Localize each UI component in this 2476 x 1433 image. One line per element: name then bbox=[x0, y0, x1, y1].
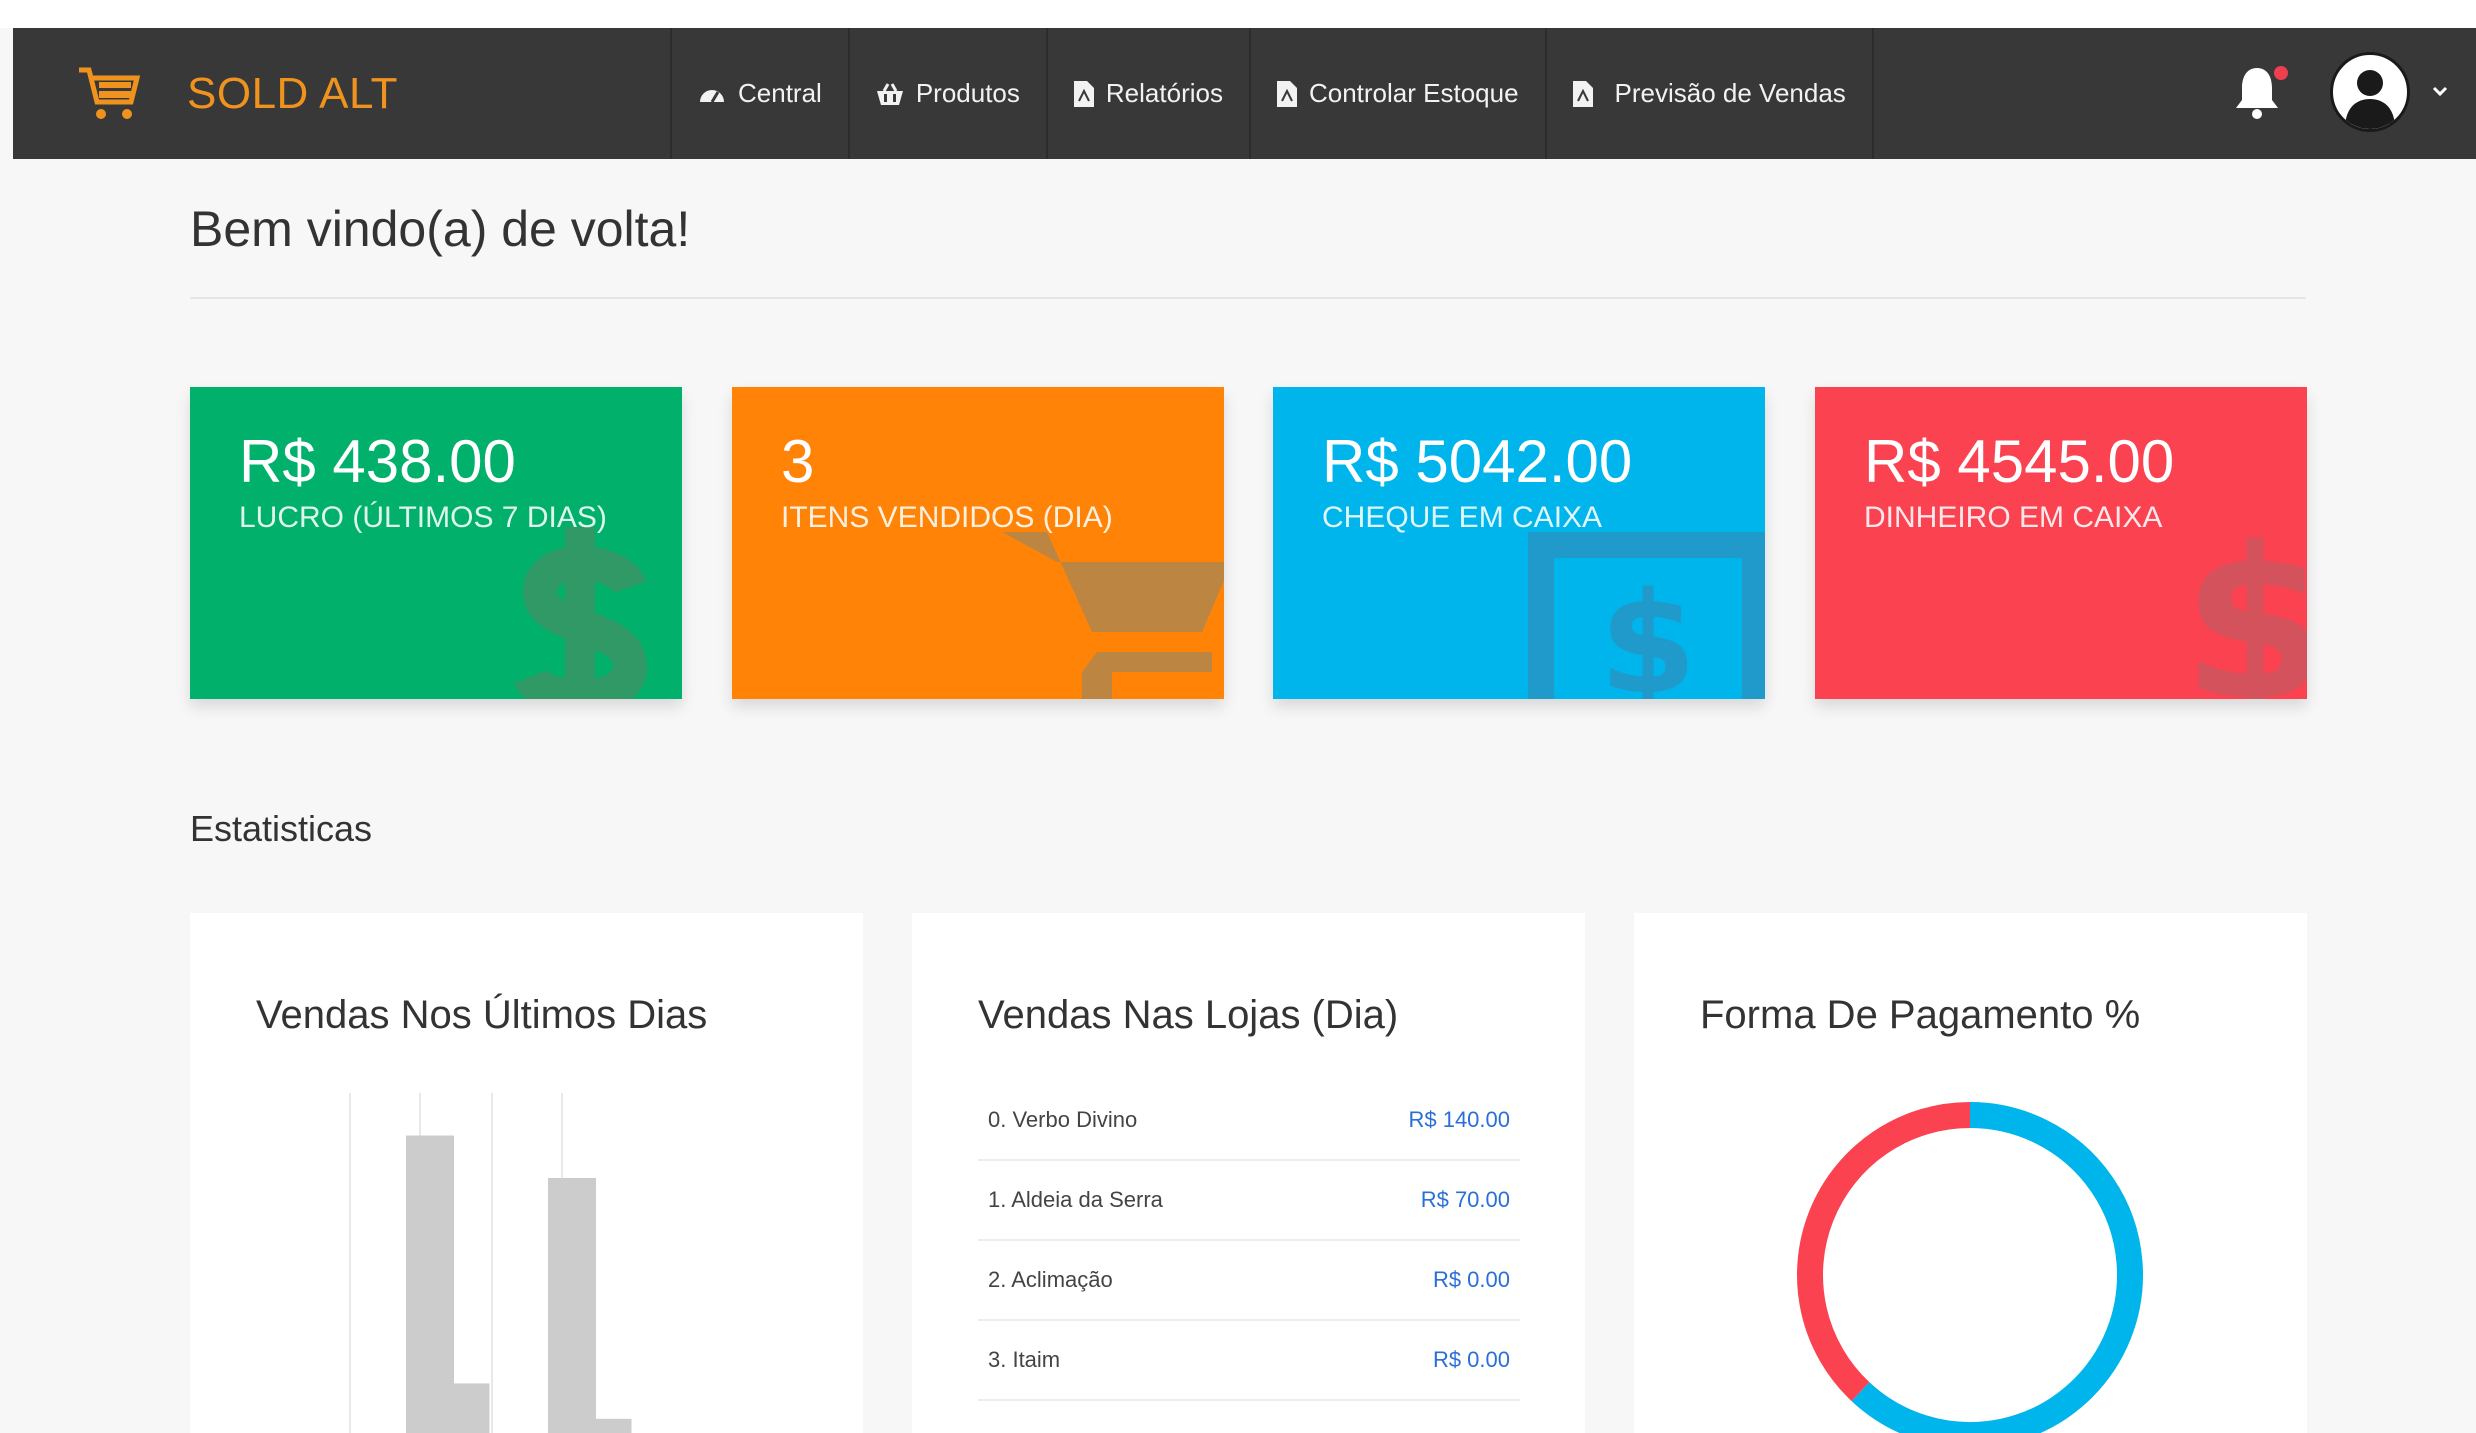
store-name: 1. Aldeia da Serra bbox=[988, 1187, 1163, 1213]
store-list: 0. Verbo Divino R$ 140.00 1. Aldeia da S… bbox=[978, 1081, 1520, 1401]
file-pdf-icon bbox=[1277, 81, 1297, 107]
stat-label: ITENS VENDIDOS (DIA) bbox=[781, 501, 1113, 535]
list-item: 0. Verbo Divino R$ 140.00 bbox=[978, 1081, 1520, 1161]
nav-label: Central bbox=[738, 78, 822, 109]
list-item: 3. Itaim R$ 0.00 bbox=[978, 1321, 1520, 1401]
brand[interactable]: SOLD ALT bbox=[75, 62, 398, 126]
main-menu: Central Produtos Relatórios Controlar bbox=[670, 28, 1874, 159]
stat-card-itens-vendidos: 3 ITENS VENDIDOS (DIA) bbox=[732, 387, 1224, 699]
nav-label: Controlar Estoque bbox=[1309, 78, 1519, 109]
store-name: 2. Aclimação bbox=[988, 1267, 1113, 1293]
list-item: 1. Aldeia da Serra R$ 70.00 bbox=[978, 1161, 1520, 1241]
top-navbar: SOLD ALT Central Produtos Relatórios bbox=[13, 28, 2476, 159]
svg-text:$: $ bbox=[1599, 563, 1696, 699]
nav-label: Previsão de Vendas bbox=[1615, 78, 1846, 109]
nav-item-central[interactable]: Central bbox=[670, 28, 848, 159]
panel-vendas-ultimos-dias: Vendas Nos Últimos Dias bbox=[190, 913, 863, 1433]
store-name: 3. Itaim bbox=[988, 1347, 1060, 1373]
stat-card-lucro: R$ 438.00 LUCRO (ÚLTIMOS 7 DIAS) bbox=[190, 387, 682, 699]
file-pdf-icon bbox=[1573, 81, 1593, 107]
bar bbox=[442, 1383, 490, 1433]
nav-item-controlar-estoque[interactable]: Controlar Estoque bbox=[1249, 28, 1545, 159]
dashboard-icon bbox=[698, 82, 726, 106]
nav-item-produtos[interactable]: Produtos bbox=[848, 28, 1046, 159]
panel-vendas-nas-lojas: Vendas Nas Lojas (Dia) 0. Verbo Divino R… bbox=[912, 913, 1585, 1433]
stat-value: R$ 4545.00 bbox=[1864, 427, 2174, 496]
payment-donut-chart bbox=[1634, 913, 2307, 1433]
page-title: Bem vindo(a) de volta! bbox=[190, 200, 690, 258]
stat-value: R$ 5042.00 bbox=[1322, 427, 1632, 496]
section-title: Estatisticas bbox=[190, 808, 372, 850]
store-value: R$ 70.00 bbox=[1421, 1187, 1510, 1213]
sales-bar-chart bbox=[190, 913, 863, 1433]
stat-value: 3 bbox=[781, 427, 814, 496]
shopping-cart-icon bbox=[1002, 522, 1224, 699]
shopping-cart-logo-icon bbox=[75, 62, 145, 126]
nav-label: Produtos bbox=[916, 78, 1020, 109]
stat-card-cheque-em-caixa: R$ 5042.00 CHEQUE EM CAIXA $ bbox=[1273, 387, 1765, 699]
bar bbox=[548, 1178, 596, 1433]
donut-slice bbox=[1860, 1115, 2130, 1433]
brand-name: SOLD ALT bbox=[187, 69, 398, 119]
store-value: R$ 0.00 bbox=[1433, 1267, 1510, 1293]
nav-item-previsao-de-vendas[interactable]: Previsão de Vendas bbox=[1545, 28, 1874, 159]
store-name: 0. Verbo Divino bbox=[988, 1107, 1137, 1133]
svg-text:$: $ bbox=[2185, 507, 2307, 699]
file-pdf-icon bbox=[1074, 81, 1094, 107]
panel-title: Vendas Nas Lojas (Dia) bbox=[978, 993, 1398, 1038]
money-check-icon: $ bbox=[1528, 522, 1765, 699]
donut-slice bbox=[1810, 1115, 1970, 1392]
bar bbox=[584, 1419, 632, 1433]
stat-value: R$ 438.00 bbox=[239, 427, 516, 496]
chevron-down-icon[interactable] bbox=[2429, 80, 2451, 102]
store-value: R$ 140.00 bbox=[1408, 1107, 1510, 1133]
nav-item-relatorios[interactable]: Relatórios bbox=[1046, 28, 1249, 159]
stat-card-dinheiro-em-caixa: R$ 4545.00 DINHEIRO EM CAIXA $ bbox=[1815, 387, 2307, 699]
dollar-icon bbox=[480, 517, 670, 699]
divider bbox=[190, 297, 2306, 299]
top-margin bbox=[0, 0, 2476, 28]
list-item: 2. Aclimação R$ 0.00 bbox=[978, 1241, 1520, 1321]
dollar-icon: $ bbox=[2185, 507, 2307, 699]
panel-forma-de-pagamento: Forma De Pagamento % bbox=[1634, 913, 2307, 1433]
basket-icon bbox=[876, 82, 904, 106]
nav-label: Relatórios bbox=[1106, 78, 1223, 109]
user-silhouette-icon bbox=[2333, 55, 2407, 129]
stat-label: CHEQUE EM CAIXA bbox=[1322, 501, 1602, 535]
stat-label: LUCRO (ÚLTIMOS 7 DIAS) bbox=[239, 501, 607, 535]
notification-dot bbox=[2274, 66, 2288, 80]
user-avatar-icon[interactable] bbox=[2330, 52, 2410, 132]
stat-label: DINHEIRO EM CAIXA bbox=[1864, 501, 2162, 535]
store-value: R$ 0.00 bbox=[1433, 1347, 1510, 1373]
